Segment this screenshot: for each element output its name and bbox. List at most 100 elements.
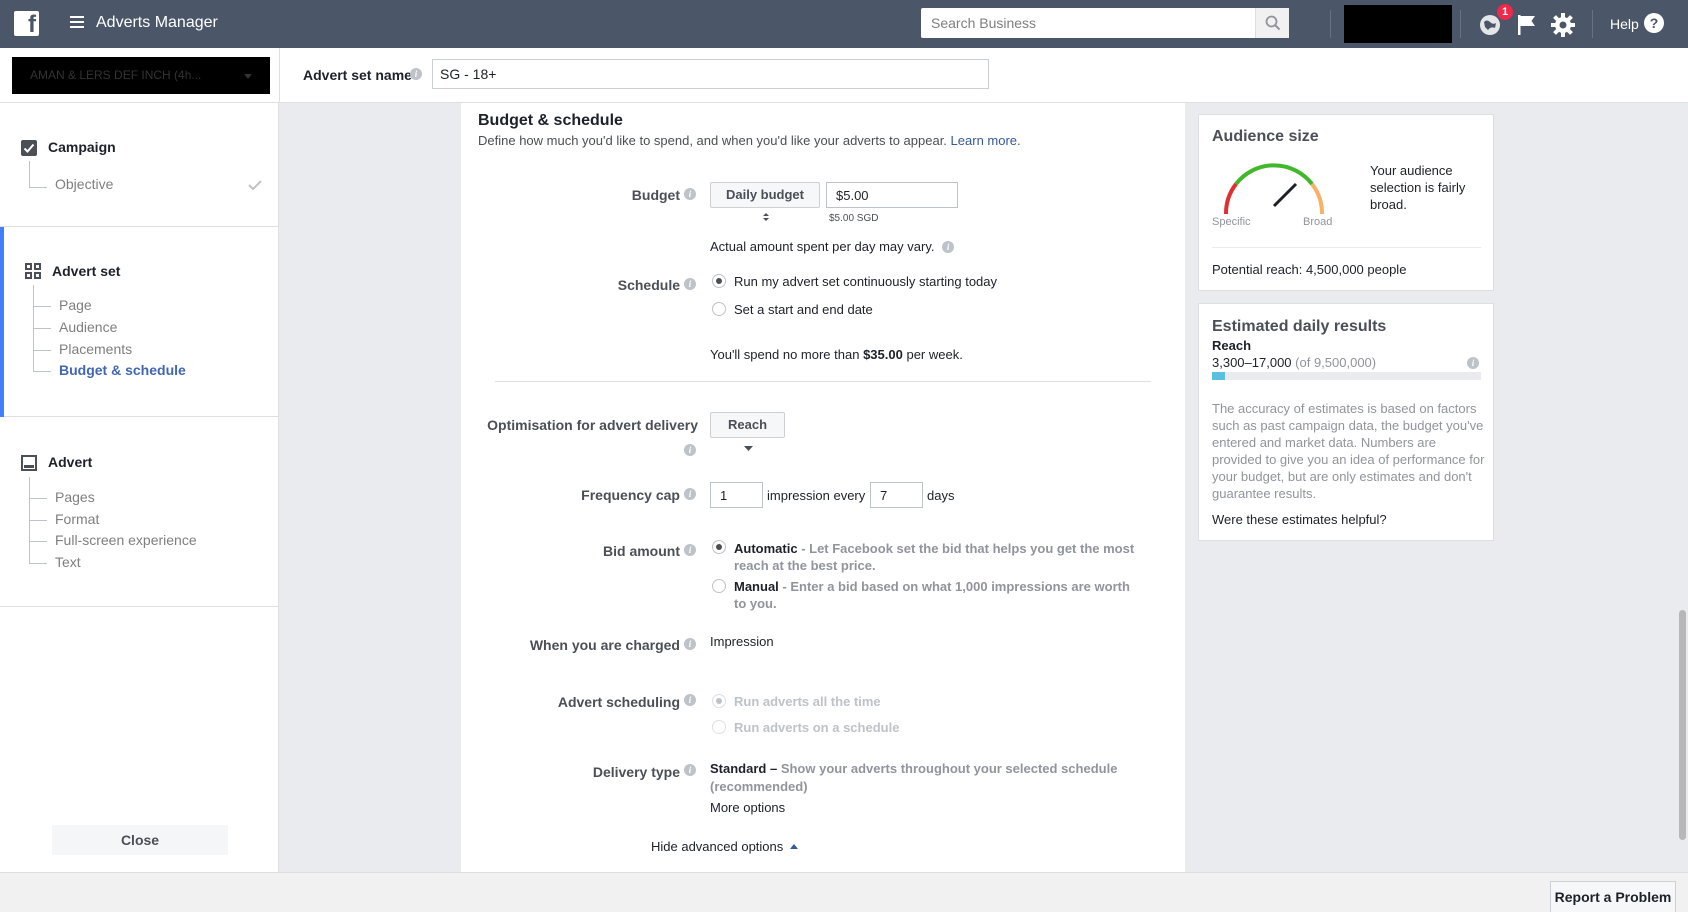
- help-link[interactable]: Help: [1610, 16, 1639, 32]
- hide-advanced-options-link[interactable]: Hide advanced options: [651, 839, 798, 854]
- sidebar-section-title[interactable]: Advert: [48, 454, 92, 470]
- checkmark-icon: [248, 180, 262, 191]
- schedule-option-start-end[interactable]: Set a start and end date: [734, 302, 873, 317]
- app-title[interactable]: Adverts Manager: [96, 14, 218, 32]
- reach-progress-bar: [1212, 372, 1481, 380]
- gear-icon[interactable]: [1550, 12, 1576, 38]
- chevron-down-icon: [744, 446, 753, 451]
- header-divider: [279, 48, 280, 103]
- reach-progress-fill: [1212, 372, 1226, 380]
- bid-automatic-title: Automatic: [734, 541, 798, 556]
- charged-value: Impression: [710, 634, 774, 649]
- frequency-impressions-input[interactable]: [710, 482, 763, 508]
- estimated-results-title: Estimated daily results: [1212, 318, 1387, 335]
- chevron-down-icon: [244, 74, 252, 79]
- actual-spend-text: Actual amount spent per day may vary.: [710, 239, 935, 254]
- sidebar-item-page[interactable]: Page: [59, 297, 92, 313]
- schedule-start-end-radio[interactable]: [712, 302, 726, 316]
- menu-icon[interactable]: [70, 16, 84, 28]
- info-icon[interactable]: i: [942, 241, 955, 253]
- description-text: Define how much you'd like to spend, and…: [478, 133, 947, 148]
- bid-amount-label: Bid amount: [603, 543, 680, 559]
- section-title: Budget & schedule: [478, 112, 623, 129]
- info-icon[interactable]: i: [684, 444, 696, 456]
- more-options-link[interactable]: More options: [710, 800, 785, 815]
- search-input[interactable]: [921, 8, 1255, 38]
- report-problem-button[interactable]: Report a Problem: [1550, 881, 1676, 912]
- help-icon[interactable]: ?: [1644, 13, 1664, 33]
- estimate-range: 3,300–17,000: [1212, 355, 1292, 370]
- gauge-label-specific: Specific: [1212, 216, 1251, 228]
- account-switcher[interactable]: [1344, 5, 1452, 43]
- budget-currency-note: $5.00 SGD: [829, 213, 879, 224]
- advert-set-header: AMAN & LERS DEF INCH (4h... Advert set n…: [0, 48, 1688, 103]
- sidebar-section-title[interactable]: Campaign: [48, 139, 116, 155]
- bid-manual-desc: - Enter a bid based on what 1,000 impres…: [734, 579, 1130, 611]
- account-selector[interactable]: AMAN & LERS DEF INCH (4h...: [12, 57, 270, 94]
- tree-line: [29, 563, 47, 564]
- hide-advanced-text: Hide advanced options: [651, 839, 784, 854]
- sidebar-item-budget-schedule[interactable]: Budget & schedule: [59, 362, 186, 378]
- bid-automatic-radio[interactable]: [712, 540, 726, 554]
- sidebar-item-audience[interactable]: Audience: [59, 319, 117, 335]
- tree-line: [29, 520, 47, 521]
- bid-manual-radio[interactable]: [712, 579, 726, 593]
- sidebar-item-text[interactable]: Text: [55, 554, 81, 570]
- info-icon[interactable]: i: [410, 68, 422, 80]
- sidebar-section-campaign: Campaign Objective: [0, 103, 279, 227]
- ad-scheduling-schedule-option[interactable]: Run adverts on a schedule: [734, 720, 899, 735]
- sidebar-section-advert-set: Advert set Page Audience Placements Budg…: [0, 227, 279, 417]
- schedule-continuous-radio[interactable]: [712, 274, 726, 288]
- sidebar-item-format[interactable]: Format: [55, 511, 99, 527]
- tree-line: [29, 187, 47, 188]
- ad-scheduling-schedule-radio[interactable]: [712, 720, 726, 734]
- info-icon[interactable]: i: [684, 544, 696, 556]
- top-bar: f Adverts Manager 1 Help ?: [0, 0, 1688, 48]
- info-icon[interactable]: i: [684, 694, 696, 706]
- budget-type-select[interactable]: Daily budget: [710, 182, 820, 221]
- estimate-range-row: 3,300–17,000 (of 9,500,000): [1212, 355, 1376, 370]
- active-section-indicator: [0, 227, 4, 417]
- section-description: Define how much you'd like to spend, and…: [478, 133, 1021, 148]
- sidebar-item-objective[interactable]: Objective: [55, 176, 113, 192]
- topbar-divider: [1460, 10, 1461, 38]
- info-icon[interactable]: i: [684, 188, 696, 200]
- learn-more-link[interactable]: Learn more.: [951, 133, 1021, 148]
- advert-set-name-label: Advert set name: [303, 67, 412, 83]
- close-button[interactable]: Close: [52, 825, 228, 855]
- advert-set-name-input[interactable]: [432, 59, 989, 89]
- budget-amount-input[interactable]: [826, 182, 958, 208]
- info-icon[interactable]: i: [684, 488, 696, 500]
- info-icon[interactable]: i: [684, 764, 696, 776]
- search-button[interactable]: [1255, 8, 1289, 38]
- info-icon[interactable]: i: [1467, 357, 1479, 369]
- sidebar-item-pages[interactable]: Pages: [55, 489, 95, 505]
- bid-automatic-option[interactable]: Automatic - Let Facebook set the bid tha…: [734, 540, 1144, 574]
- account-selector-text: AMAN & LERS DEF INCH (4h...: [30, 68, 202, 82]
- schedule-option-continuous[interactable]: Run my advert set continuously starting …: [734, 274, 997, 289]
- ad-scheduling-all-time-option[interactable]: Run adverts all the time: [734, 694, 881, 709]
- schedule-label: Schedule: [617, 277, 680, 293]
- frequency-days-input[interactable]: [870, 482, 923, 508]
- section-divider: [495, 381, 1151, 382]
- tree-line: [29, 541, 47, 542]
- info-icon[interactable]: i: [684, 278, 696, 290]
- sidebar-item-full-screen-experience[interactable]: Full-screen experience: [55, 532, 197, 548]
- bid-manual-option[interactable]: Manual - Enter a bid based on what 1,000…: [734, 578, 1144, 612]
- info-icon[interactable]: i: [684, 638, 696, 650]
- scrollbar-thumb[interactable]: [1679, 610, 1686, 840]
- audience-summary: Your audience selection is fairly broad.: [1370, 163, 1466, 212]
- ad-scheduling-all-time-radio[interactable]: [712, 694, 726, 708]
- sidebar-item-placements[interactable]: Placements: [59, 341, 132, 357]
- potential-reach: Potential reach: 4,500,000 people: [1212, 262, 1407, 277]
- optimisation-label: Optimisation for advert delivery: [487, 417, 698, 433]
- chevron-up-icon: [789, 844, 798, 849]
- ad-scheduling-label: Advert scheduling: [557, 694, 680, 710]
- sidebar-section-title[interactable]: Advert set: [52, 263, 120, 279]
- scrollbar[interactable]: [1676, 103, 1688, 872]
- flag-icon[interactable]: [1516, 13, 1538, 37]
- optimisation-select[interactable]: Reach: [710, 412, 785, 451]
- facebook-logo-icon[interactable]: f: [14, 11, 39, 36]
- estimates-feedback-link[interactable]: Were these estimates helpful?: [1212, 512, 1387, 527]
- weekly-spend-amount: $35.00: [863, 347, 903, 362]
